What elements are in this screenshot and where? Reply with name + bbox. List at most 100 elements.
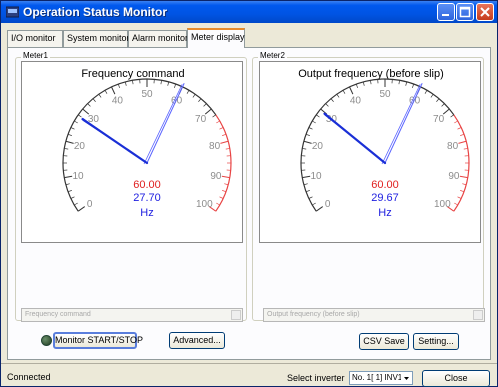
meter1-tick-label: 80 xyxy=(209,141,221,152)
meter1-gauge-drawing: Frequency command01020304050607080901006… xyxy=(62,68,232,219)
meter1-title: Frequency command xyxy=(81,68,184,80)
meter2-tick xyxy=(325,103,329,107)
meter2-tick xyxy=(398,80,400,85)
meter1-tick xyxy=(203,103,207,107)
meter1-tick xyxy=(104,90,108,94)
meter2-tick xyxy=(454,202,458,206)
monitor-status-led xyxy=(41,335,52,346)
meter2-tick xyxy=(302,175,311,179)
minimize-button[interactable] xyxy=(437,3,455,21)
meter1-tick xyxy=(222,133,227,136)
meter2-group-label: Meter2 xyxy=(258,51,287,60)
meter2-tick xyxy=(412,83,415,88)
meter1-reference-value: 60.00 xyxy=(133,179,161,191)
close-button[interactable]: Close xyxy=(422,370,490,387)
meter2-tick xyxy=(308,127,313,130)
meter1-tick-label: 10 xyxy=(73,171,85,182)
maximize-icon xyxy=(459,6,471,18)
meter1-tick xyxy=(186,90,190,94)
meter2-tick xyxy=(458,140,467,144)
meter1-tick-label: 0 xyxy=(87,199,93,210)
meter2-tick-label: 20 xyxy=(312,141,324,152)
meter1-tick xyxy=(117,83,120,88)
app-icon xyxy=(6,6,19,18)
connection-status: Connected xyxy=(7,372,51,382)
meter2-tick xyxy=(459,175,468,179)
meter1-item-select-value: Frequency command xyxy=(25,311,91,318)
csv-save-button[interactable]: CSV Save xyxy=(359,333,409,350)
close-window-button[interactable] xyxy=(476,3,494,21)
meter1-group-label: Meter1 xyxy=(21,51,50,60)
meter2-tick xyxy=(305,133,310,136)
meter1-tick xyxy=(174,83,177,88)
meter2-tick-label: 0 xyxy=(325,199,331,210)
meter2-tick xyxy=(370,80,372,85)
meter1-tick xyxy=(92,98,96,102)
meter2-tick-label: 100 xyxy=(434,199,451,210)
meter1-tick xyxy=(111,86,116,95)
chevron-down-icon[interactable] xyxy=(401,372,412,384)
meter1-tick xyxy=(98,93,102,98)
select-inverter-label: Select inverter xyxy=(287,373,345,383)
meter1-unit: Hz xyxy=(140,207,153,219)
chevron-down-icon[interactable] xyxy=(231,310,241,320)
meter2-tick xyxy=(336,93,340,98)
meter1-tick xyxy=(220,140,229,144)
chevron-down-icon[interactable] xyxy=(473,310,483,320)
meter1-tick xyxy=(198,98,202,102)
meter2-tick xyxy=(424,90,428,94)
close-icon xyxy=(480,7,490,17)
meter1-tick xyxy=(70,127,75,130)
meter2-gauge: Output frequency (before slip)0102030405… xyxy=(259,61,481,243)
meter2-setpoint-marker xyxy=(384,83,423,164)
meter1-tick xyxy=(212,114,217,118)
meter1-tick xyxy=(167,81,170,86)
meter1-tick xyxy=(216,120,220,124)
advanced-button[interactable]: Advanced... xyxy=(169,332,225,349)
meter1-tick xyxy=(70,196,75,199)
meter1-tick xyxy=(77,206,86,212)
select-inverter-dropdown[interactable]: No. 1[ 1] INV1 xyxy=(349,371,413,385)
meter2-tick xyxy=(441,103,445,107)
meter2-tick-label: 50 xyxy=(379,89,391,100)
select-inverter-value: No. 1[ 1] INV1 xyxy=(352,373,403,382)
meter2-tick-label: 40 xyxy=(350,96,362,107)
meter2-tick xyxy=(303,140,312,144)
meter2-tick xyxy=(303,183,308,186)
meter2-tick xyxy=(349,86,354,95)
meter2-unit: Hz xyxy=(378,207,391,219)
meter2-tick xyxy=(405,81,408,86)
meter2-tick xyxy=(462,183,467,186)
meter1-tick-label: 40 xyxy=(112,96,124,107)
meter2-tick xyxy=(315,114,320,118)
meter1-item-select[interactable]: Frequency command xyxy=(21,308,243,322)
meter1-gauge: Frequency command 0 10 20 30 40 50 60 70 80 90 100 6… xyxy=(21,61,243,243)
setting-button[interactable]: Setting... xyxy=(413,333,459,350)
tab-system-monitor[interactable]: System monitor xyxy=(63,30,130,47)
meter2-gauge-drawing: Output frequency (before slip)0102030405… xyxy=(298,68,470,219)
tab-alarm-monitor[interactable]: Alarm monitor xyxy=(128,30,188,47)
meter2-tick xyxy=(315,206,324,212)
status-separator xyxy=(1,363,497,364)
meter2-item-select[interactable]: Output frequency (before slip) xyxy=(263,308,485,322)
title-bar[interactable]: Operation Status Monitor xyxy=(1,1,497,23)
meter1-tick-label: 60 xyxy=(171,96,183,107)
meter1-tick xyxy=(192,93,196,98)
meter1-tick xyxy=(221,175,230,179)
tab-io-monitor[interactable]: I/O monitor xyxy=(7,30,63,47)
meter1-tick-label: 100 xyxy=(196,199,213,210)
meter2-tick-label: 70 xyxy=(433,114,445,125)
meter2-tick-label: 60 xyxy=(409,96,421,107)
meter1-tick xyxy=(87,103,91,107)
meter1-tick xyxy=(224,183,229,186)
meter1-tick-label: 90 xyxy=(210,171,222,182)
meter1-tick xyxy=(216,202,220,206)
meter1-tick xyxy=(160,80,162,85)
monitor-start-stop-button[interactable]: Monitor START/STOP xyxy=(53,332,143,349)
meter2-tick-label: 10 xyxy=(311,171,323,182)
meter2-tick xyxy=(460,133,465,136)
meter1-tick xyxy=(74,120,78,124)
meter1-tick xyxy=(132,80,134,85)
maximize-button[interactable] xyxy=(456,3,474,21)
tab-meter-display[interactable]: Meter display xyxy=(187,28,245,48)
